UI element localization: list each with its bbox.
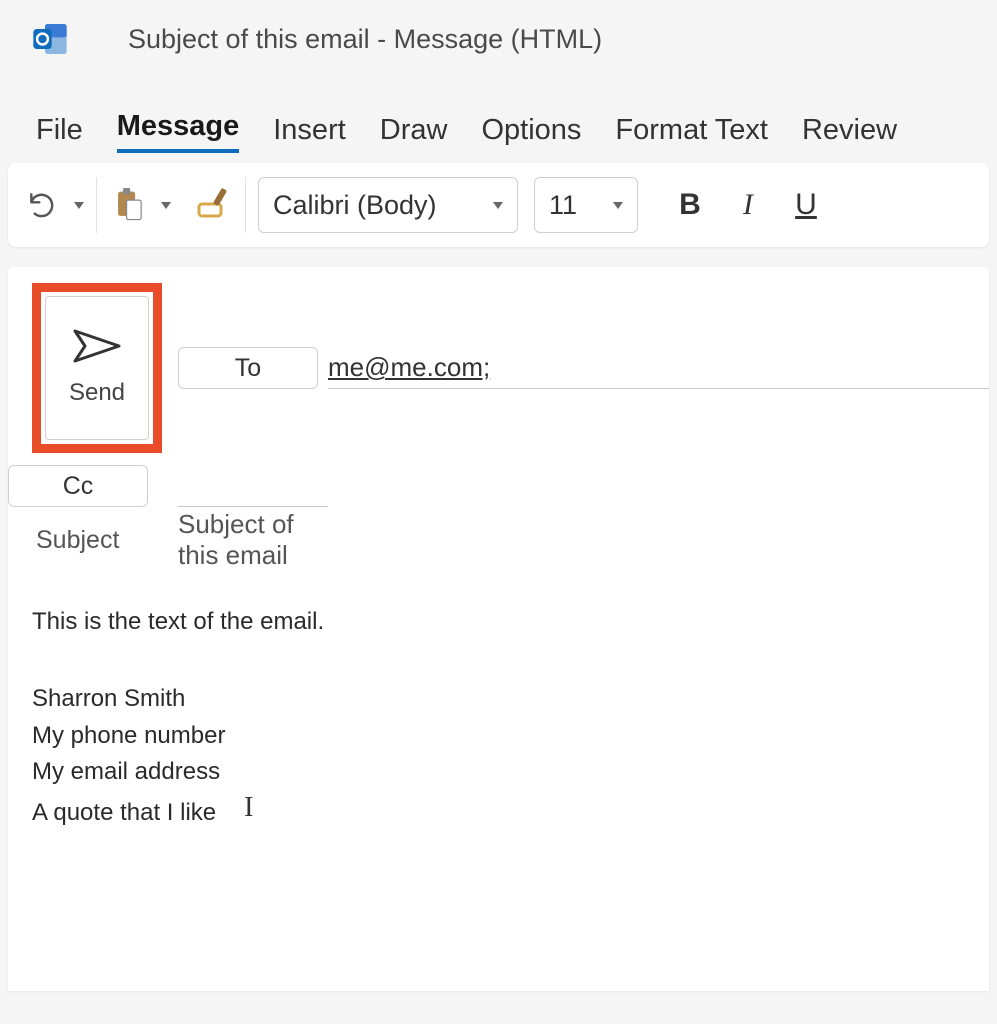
tab-options[interactable]: Options xyxy=(481,114,581,153)
signature-line: My email address xyxy=(32,755,989,790)
italic-button[interactable]: I xyxy=(722,177,774,233)
font-family-value: Calibri (Body) xyxy=(273,190,437,221)
undo-button[interactable] xyxy=(22,173,62,237)
separator xyxy=(245,177,246,233)
title-bar: Subject of this email - Message (HTML) xyxy=(0,0,997,78)
chevron-down-icon xyxy=(493,202,503,209)
body-line: This is the text of the email. xyxy=(32,605,989,640)
to-button[interactable]: To xyxy=(178,347,318,389)
to-field[interactable]: me@me.com; xyxy=(328,347,989,389)
text-caret-icon: I xyxy=(244,792,253,823)
send-button-highlight: Send xyxy=(32,283,162,453)
undo-dropdown-caret[interactable] xyxy=(74,202,84,209)
underline-button[interactable]: U xyxy=(780,177,832,233)
tab-message[interactable]: Message xyxy=(117,110,240,153)
format-painter-button[interactable] xyxy=(193,173,233,237)
outlook-app-icon xyxy=(26,15,74,63)
signature-line: Sharron Smith xyxy=(32,682,989,717)
ribbon-toolbar: Calibri (Body) 11 B I U xyxy=(8,163,989,247)
paste-dropdown-caret[interactable] xyxy=(161,202,171,209)
font-size-value: 11 xyxy=(549,190,577,221)
cc-button[interactable]: Cc xyxy=(8,465,148,507)
window-title: Subject of this email - Message (HTML) xyxy=(74,24,602,55)
chevron-down-icon xyxy=(613,202,623,209)
send-icon xyxy=(73,329,121,363)
signature-line: A quote that I likeI xyxy=(32,792,989,833)
message-body[interactable]: This is the text of the email. Sharron S… xyxy=(8,561,989,833)
font-family-select[interactable]: Calibri (Body) xyxy=(258,177,518,233)
bold-button[interactable]: B xyxy=(664,177,716,233)
to-recipient-chip[interactable]: me@me.com; xyxy=(328,352,490,383)
send-button[interactable]: Send xyxy=(45,296,149,440)
ribbon-tabs: File Message Insert Draw Options Format … xyxy=(0,78,997,157)
tab-draw[interactable]: Draw xyxy=(380,114,448,153)
subject-field[interactable]: Subject of this email xyxy=(178,519,328,561)
tab-insert[interactable]: Insert xyxy=(273,114,346,153)
cc-field[interactable] xyxy=(178,465,328,507)
send-button-label: Send xyxy=(69,379,125,407)
font-size-select[interactable]: 11 xyxy=(534,177,638,233)
tab-format-text[interactable]: Format Text xyxy=(615,114,768,153)
subject-label: Subject xyxy=(8,526,178,555)
compose-pane: Send To me@me.com; Cc Subject Subject of… xyxy=(8,267,989,991)
tab-review[interactable]: Review xyxy=(802,114,897,153)
paste-button[interactable] xyxy=(109,173,149,237)
signature-line: My phone number xyxy=(32,719,989,754)
tab-file[interactable]: File xyxy=(36,114,83,153)
separator xyxy=(96,177,97,233)
